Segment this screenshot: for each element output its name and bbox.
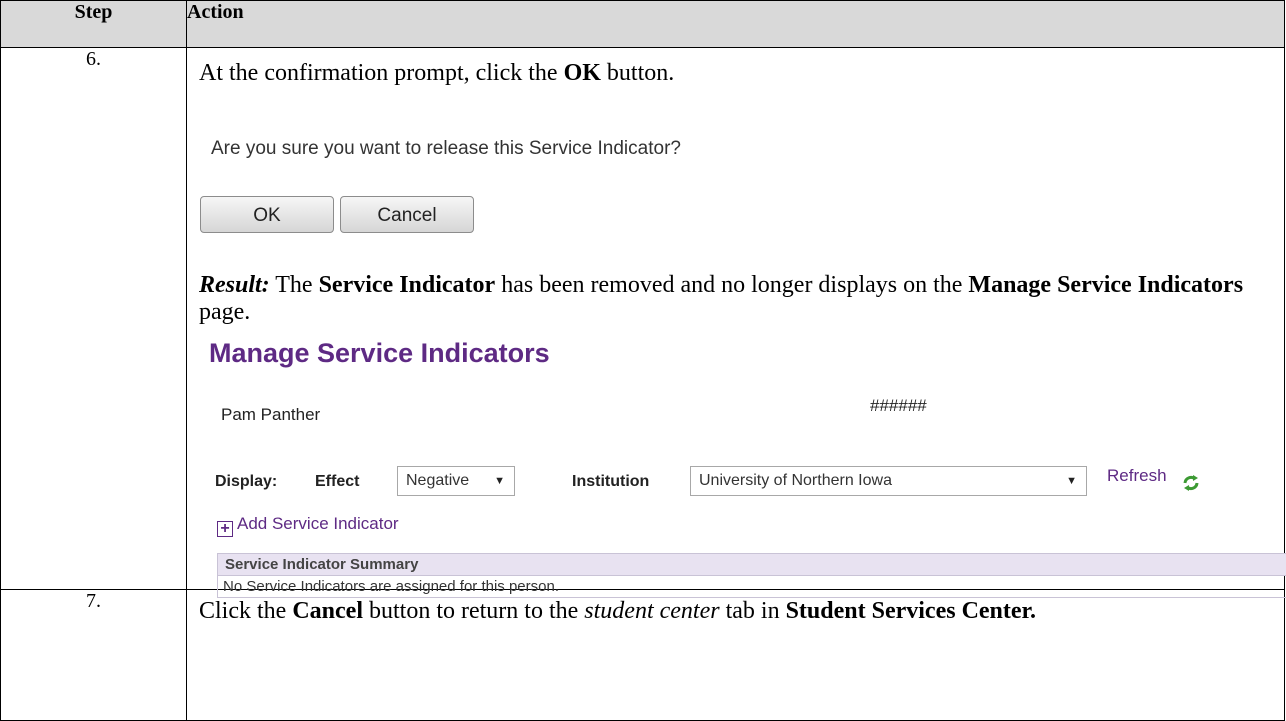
add-service-indicator-link[interactable]: Add Service Indicator: [237, 514, 399, 534]
plus-box-icon[interactable]: +: [217, 521, 233, 537]
result-text: Result: The Service Indicator has been r…: [199, 272, 1244, 325]
cancel-button[interactable]: Cancel: [340, 196, 474, 233]
confirmation-message: Are you sure you want to release this Se…: [211, 138, 681, 159]
effect-label: Effect: [315, 473, 360, 490]
page-title: Manage Service Indicators: [209, 338, 550, 368]
refresh-link[interactable]: Refresh: [1107, 466, 1167, 486]
header-step: Step: [0, 0, 187, 48]
person-name: Pam Panther: [221, 405, 321, 424]
display-label: Display:: [215, 473, 278, 490]
institution-select[interactable]: University of Northern Iowa ▼: [690, 466, 1087, 496]
step-number: 7.: [0, 589, 187, 721]
step-action: At the confirmation prompt, click the OK…: [186, 47, 1286, 598]
chevron-down-icon: ▼: [1066, 475, 1077, 487]
effect-select-value: Negative: [406, 472, 470, 489]
institution-select-value: University of Northern Iowa: [699, 472, 892, 489]
step-instruction: Click the Cancel button to return to the…: [199, 598, 1036, 624]
header-action: Action: [186, 0, 1285, 48]
step-table: Step Action 6. At the confirmation promp…: [0, 0, 1286, 721]
refresh-icon[interactable]: [1180, 472, 1202, 494]
person-id: ######: [870, 396, 927, 415]
institution-label: Institution: [572, 473, 650, 490]
chevron-down-icon: ▼: [494, 475, 505, 487]
step-instruction: At the confirmation prompt, click the OK…: [199, 60, 675, 86]
effect-select[interactable]: Negative ▼: [397, 466, 515, 496]
step-number: 6.: [0, 47, 187, 590]
grid-title: Service Indicator Summary: [218, 554, 1286, 576]
step-action: Click the Cancel button to return to the…: [186, 589, 1285, 721]
ok-button[interactable]: OK: [200, 196, 334, 233]
